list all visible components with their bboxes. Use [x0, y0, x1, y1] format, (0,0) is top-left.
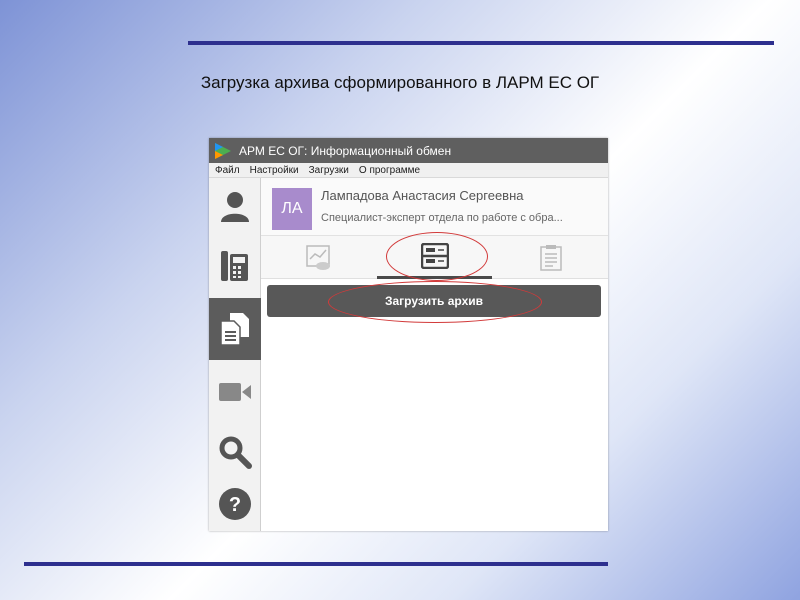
phone-icon — [221, 251, 248, 281]
archive-icon — [420, 243, 449, 269]
title-bar: АРМ ЕС ОГ: Информационный обмен — [209, 138, 608, 163]
menu-settings[interactable]: Настройки — [244, 165, 303, 176]
slide-title: Загрузка архива сформированного в ЛАРМ Е… — [200, 73, 600, 92]
bottom-rule — [24, 562, 608, 566]
menu-bar: Файл Настройки Загрузки О программе — [209, 163, 608, 178]
document-list-icon — [539, 244, 562, 271]
menu-downloads[interactable]: Загрузки — [303, 165, 353, 176]
sidebar: ? — [209, 178, 261, 531]
tab-cloud-chart[interactable] — [261, 236, 376, 279]
tab-bar — [261, 236, 608, 279]
user-name: Лампадова Анастасия Сергеевна — [321, 188, 524, 203]
menu-file[interactable]: Файл — [209, 165, 244, 176]
app-logo-icon — [215, 142, 231, 159]
user-panel: ЛА Лампадова Анастасия Сергеевна Специал… — [261, 178, 608, 236]
svg-text:?: ? — [229, 494, 241, 516]
sidebar-item-video[interactable] — [209, 364, 261, 420]
video-icon — [219, 383, 251, 401]
sidebar-item-documents[interactable] — [209, 298, 261, 360]
sidebar-item-search[interactable] — [209, 424, 261, 480]
upload-archive-button[interactable]: Загрузить архив — [267, 285, 601, 317]
sidebar-item-profile[interactable] — [209, 178, 261, 234]
search-icon — [219, 436, 252, 469]
documents-icon — [220, 313, 249, 346]
cloud-chart-icon — [305, 244, 330, 270]
tab-archive[interactable] — [377, 236, 492, 279]
sidebar-item-help[interactable]: ? — [209, 476, 261, 532]
top-rule — [188, 41, 774, 45]
help-icon: ? — [219, 488, 251, 520]
menu-about[interactable]: О программе — [353, 165, 424, 176]
tab-document-list[interactable] — [493, 236, 608, 279]
user-icon — [221, 192, 249, 222]
window-title: АРМ ЕС ОГ: Информационный обмен — [239, 143, 452, 158]
avatar: ЛА — [272, 188, 312, 230]
user-role: Специалист-эксперт отдела по работе с об… — [321, 212, 563, 224]
app-window: АРМ ЕС ОГ: Информационный обмен Файл Нас… — [209, 138, 608, 531]
sidebar-item-phone[interactable] — [209, 238, 261, 294]
